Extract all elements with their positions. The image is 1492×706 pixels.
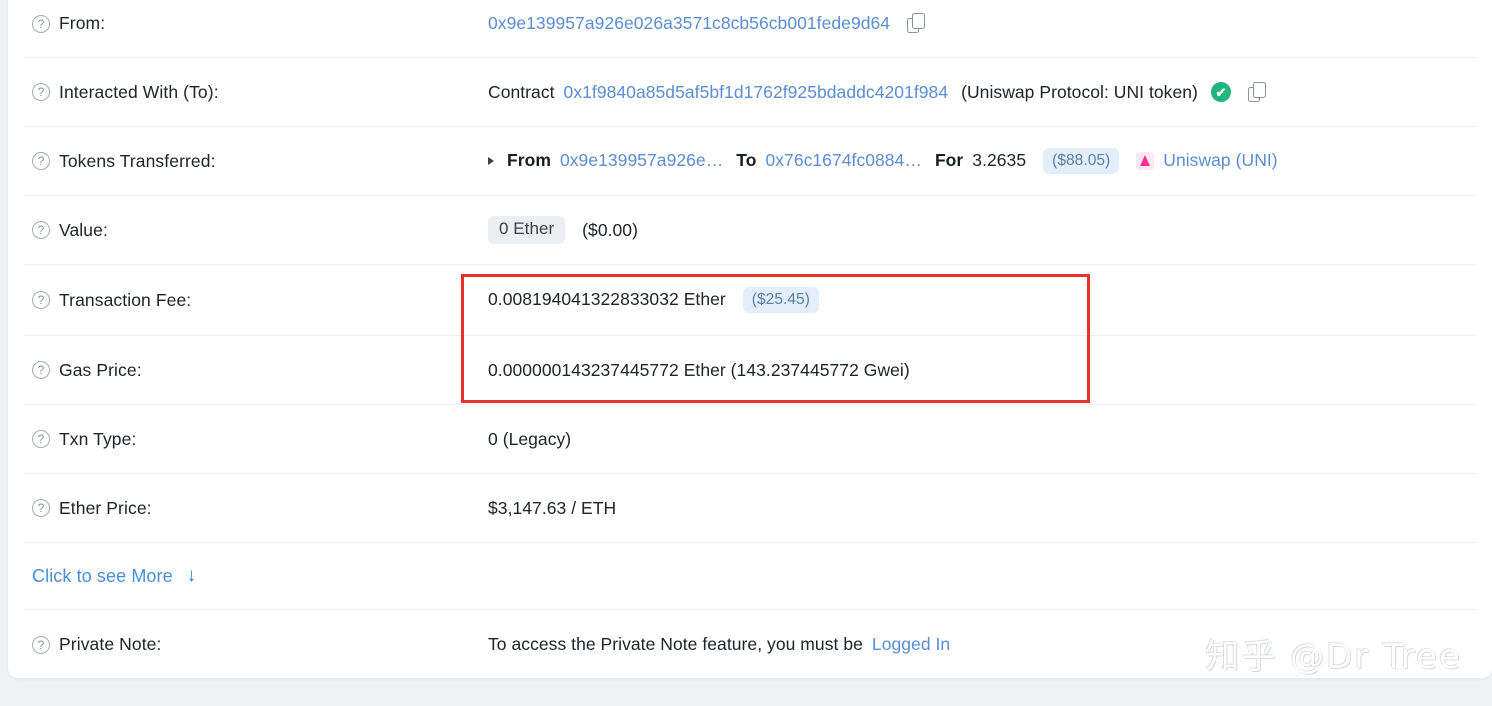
row-from: ? From: 0x9e139957a926e026a3571c8cb56cb0…: [24, 0, 1476, 58]
row-fee-label-cell: ? Transaction Fee:: [24, 290, 488, 311]
row-value-label: Value:: [59, 219, 108, 240]
row-from-label-cell: ? From:: [24, 13, 488, 34]
row-tokens-label: Tokens Transferred:: [59, 150, 216, 171]
token-from-label: From: [507, 150, 551, 171]
row-private-note-value-cell: To access the Private Note feature, you …: [488, 634, 1476, 655]
token-for-label: For: [934, 150, 964, 171]
arrow-down-icon[interactable]: ↓: [187, 565, 197, 587]
value-ether-pill: 0 Ether: [488, 216, 566, 244]
row-interacted-value-cell: Contract 0x1f9840a85d5af5bf1d1762f925bda…: [488, 81, 1476, 103]
verified-check-icon: ✔: [1210, 82, 1231, 102]
row-interacted-label: Interacted With (To):: [59, 81, 219, 102]
row-gas-label-cell: ? Gas Price:: [24, 360, 488, 381]
gas-price-value: 0.000000143237445772 Ether (143.23744577…: [488, 359, 910, 380]
row-gas-label: Gas Price:: [59, 359, 142, 380]
row-gas-price: ? Gas Price: 0.000000143237445772 Ether …: [24, 336, 1476, 405]
question-circle-icon[interactable]: ?: [32, 83, 50, 101]
question-circle-icon[interactable]: ?: [32, 14, 50, 33]
uniswap-token-icon: [1136, 151, 1155, 170]
contract-prefix: Contract: [488, 81, 555, 102]
row-gas-value-cell: 0.000000143237445772 Ether (143.23744577…: [488, 360, 1476, 381]
row-txn-type: ? Txn Type: 0 (Legacy): [24, 405, 1476, 474]
txn-type-value: 0 (Legacy): [488, 428, 572, 449]
question-circle-icon[interactable]: ?: [32, 221, 50, 239]
from-address-link[interactable]: 0x9e139957a926e026a3571c8cb56cb001fede9d…: [488, 13, 890, 34]
row-private-note-label-cell: ? Private Note:: [24, 634, 488, 655]
question-circle-icon[interactable]: ?: [32, 361, 50, 379]
row-tokens-label-cell: ? Tokens Transferred:: [24, 151, 488, 172]
row-ether-price-label-cell: ? Ether Price:: [24, 498, 488, 519]
token-to-address-link[interactable]: 0x76c1674fc0884…: [765, 150, 921, 171]
row-from-label: From:: [59, 13, 106, 33]
copy-icon[interactable]: [1247, 81, 1267, 103]
row-ether-price-value-cell: $3,147.63 / ETH: [488, 498, 1476, 519]
transaction-details-card: ? From: 0x9e139957a926e026a3571c8cb56cb0…: [8, 0, 1492, 678]
contract-annotation: (Uniswap Protocol: UNI token): [961, 81, 1198, 102]
click-to-see-more-row[interactable]: Click to see More ↓: [24, 543, 1476, 610]
row-private-note: ? Private Note: To access the Private No…: [24, 610, 1476, 679]
row-private-note-label: Private Note:: [59, 634, 162, 654]
token-from-address-link[interactable]: 0x9e139957a926e…: [560, 150, 723, 171]
row-value-label-cell: ? Value:: [24, 220, 488, 241]
logged-in-link[interactable]: Logged In: [872, 634, 950, 655]
token-name-link[interactable]: Uniswap (UNI): [1163, 150, 1277, 171]
ether-price-value: $3,147.63 / ETH: [488, 497, 617, 518]
token-usd-badge: ($88.05): [1043, 147, 1120, 175]
click-to-see-more-link[interactable]: Click to see More: [32, 566, 173, 587]
private-note-text: To access the Private Note feature, you …: [488, 634, 863, 654]
row-ether-price-label: Ether Price:: [59, 497, 152, 518]
row-tokens-transferred: ? Tokens Transferred: From 0x9e139957a92…: [24, 127, 1476, 196]
contract-address-link[interactable]: 0x1f9840a85d5af5bf1d1762f925bdaddc4201f9…: [564, 82, 949, 103]
row-fee-value-cell: 0.008194041322833032 Ether ($25.45): [488, 286, 1476, 314]
question-circle-icon[interactable]: ?: [32, 291, 50, 309]
question-circle-icon[interactable]: ?: [32, 635, 50, 654]
transaction-details-page: ? From: 0x9e139957a926e026a3571c8cb56cb0…: [0, 0, 1492, 706]
row-interacted-label-cell: ? Interacted With (To):: [24, 82, 488, 103]
row-tokens-value-cell: From 0x9e139957a926e… To 0x76c1674fc0884…: [488, 147, 1476, 175]
row-txn-type-label: Txn Type:: [59, 428, 137, 449]
row-transaction-fee: ? Transaction Fee: 0.008194041322833032 …: [24, 265, 1476, 336]
question-circle-icon[interactable]: ?: [32, 152, 50, 170]
token-to-label: To: [736, 150, 757, 171]
token-amount: 3.2635: [972, 150, 1027, 171]
row-fee-label: Transaction Fee:: [59, 289, 192, 310]
copy-icon[interactable]: [907, 13, 926, 34]
row-from-value-cell: 0x9e139957a926e026a3571c8cb56cb001fede9d…: [488, 13, 1476, 34]
row-interacted-with: ? Interacted With (To): Contract 0x1f984…: [24, 58, 1476, 127]
question-circle-icon[interactable]: ?: [32, 430, 50, 448]
transaction-fee-amount: 0.008194041322833032 Ether: [488, 289, 726, 310]
row-txn-type-label-cell: ? Txn Type:: [24, 429, 488, 450]
transaction-fee-usd-badge: ($25.45): [742, 286, 819, 314]
row-txn-type-value-cell: 0 (Legacy): [488, 429, 1476, 450]
question-circle-icon[interactable]: ?: [32, 499, 50, 517]
row-value-value-cell: 0 Ether ($0.00): [488, 216, 1476, 244]
value-usd: ($0.00): [582, 219, 638, 240]
expand-caret-icon[interactable]: [488, 156, 500, 165]
row-value: ? Value: 0 Ether ($0.00): [24, 196, 1476, 265]
row-ether-price: ? Ether Price: $3,147.63 / ETH: [24, 474, 1476, 543]
